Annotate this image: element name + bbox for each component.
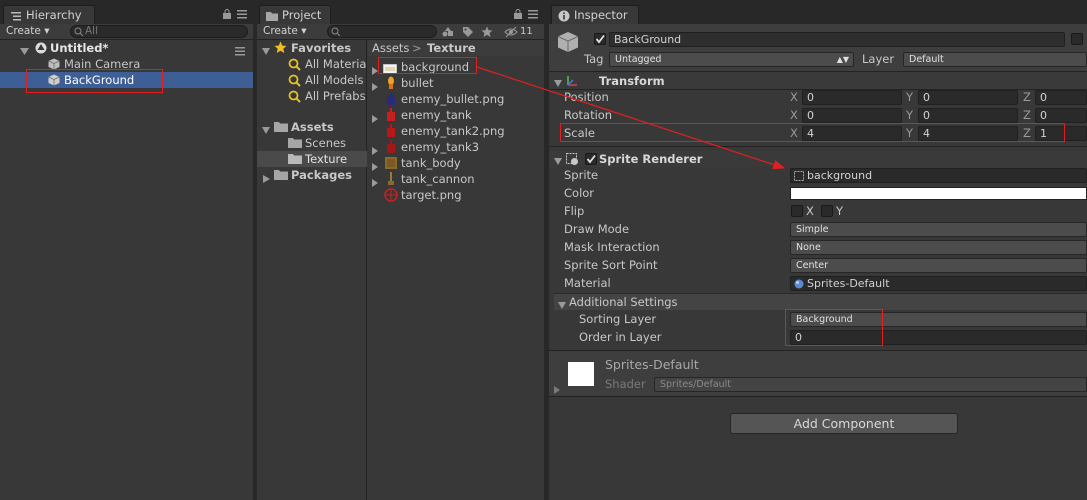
annotation-arrow <box>476 66 786 170</box>
